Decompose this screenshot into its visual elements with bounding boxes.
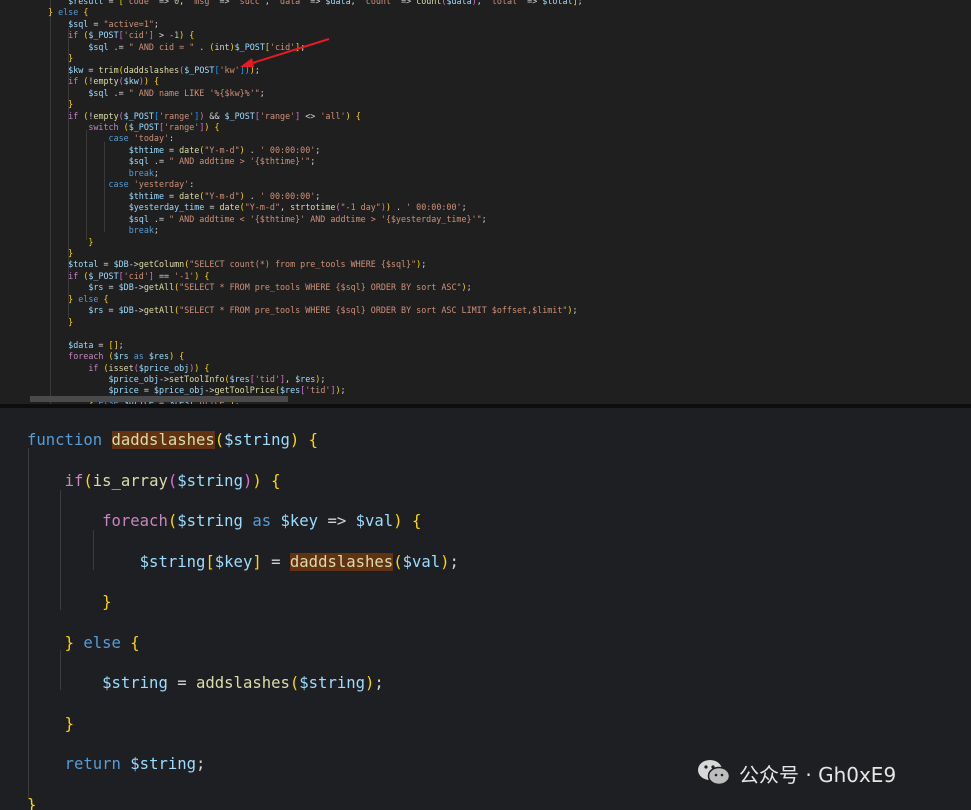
bottom-code-panel: function daddslashes($string) { if(is_ar…: [0, 408, 971, 810]
bottom-code-line-10: }: [27, 795, 37, 810]
top-code-line-19: $yesterday_time = date("Y-m-d", strtotim…: [128, 202, 467, 213]
top-code-line-15: $sql .= " AND addtime > '{$thtime}'";: [128, 156, 316, 167]
bottom-code-line-9: return $string;: [64, 755, 206, 773]
top-code-line-32: foreach ($rs as $res) {: [68, 351, 185, 362]
top-code-line-28: $rs = $DB->getAll("SELECT * FROM pre_too…: [88, 305, 578, 316]
top-code-line-3: $sql = "active=1";: [68, 18, 159, 29]
top-code-line-27: } else {: [68, 293, 109, 304]
top-code-line-26: $rs = $DB->getAll("SELECT * FROM pre_too…: [88, 282, 472, 293]
top-code-line-14: $thtime = date("Y-m-d") . ' 00:00:00';: [128, 144, 321, 155]
top-code-line-34: $price_obj->setToolInfo($res['tid'], $re…: [108, 373, 326, 384]
annotation-arrow-icon: [240, 38, 330, 67]
top-code-line-33: if (isset($price_obj)) {: [88, 362, 210, 373]
top-code-line-30: [0, 328, 583, 339]
top-code-line-22: }: [88, 236, 94, 247]
top-code-line-8: if (!empty($kw)) {: [68, 76, 159, 87]
top-code-line-16: break;: [128, 167, 159, 178]
top-code-line-10: }: [68, 99, 74, 110]
watermark: 公众号 · Gh0xE9: [697, 757, 896, 789]
bottom-code-line-5: }: [102, 593, 112, 611]
bottom-code-line-6: } else {: [64, 633, 140, 652]
bottom-code-line-4: $string[$key] = daddslashes($val);: [139, 552, 459, 571]
top-code-line-1: $result = ["code" => 0, "msg" => "succ",…: [68, 0, 583, 6]
top-code-line-12: switch ($_POST['range']) {: [88, 121, 220, 132]
bottom-code-line-2: if(is_array($string)) {: [64, 471, 281, 490]
top-code-line-11: if (!empty($_POST['range']) && $_POST['r…: [68, 110, 361, 121]
top-code-line-17: case 'yesterday':: [108, 179, 195, 190]
bottom-code-line-1: function daddslashes($string) {: [27, 431, 319, 449]
top-code-line-13: case 'today':: [108, 133, 175, 144]
top-code-line-21: break;: [128, 225, 159, 236]
bottom-code-line-7: $string = addslashes($string);: [102, 674, 384, 692]
bottom-code-line-8: }: [64, 714, 74, 733]
bottom-code-block: function daddslashes($string) { if(is_ar…: [0, 420, 459, 810]
wechat-icon: [698, 760, 731, 786]
top-code-line-9: $sql .= " AND name LIKE '%{$kw}%'";: [88, 87, 265, 98]
top-code-line-18: $thtime = date("Y-m-d") . ' 00:00:00';: [128, 190, 321, 201]
watermark-text: 公众号 · Gh0xE9: [739, 762, 897, 787]
top-code-line-25: if ($_POST['cid'] == '-1') {: [68, 270, 210, 281]
top-code-line-29: }: [68, 316, 74, 327]
top-code-line-23: }: [68, 247, 74, 258]
top-code-line-24: $total = $DB->getColumn("SELECT count(*)…: [68, 259, 427, 270]
bottom-code-line-3: foreach($string as $key => $val) {: [102, 512, 422, 530]
top-code-line-20: $sql .= " AND addtime < '{$thtime}' AND …: [128, 213, 487, 224]
horizontal-scrollbar[interactable]: [30, 396, 288, 402]
top-code-panel: $result = ["code" => 0, "msg" => "succ",…: [0, 0, 971, 404]
top-code-line-31: $data = [];: [68, 339, 124, 350]
top-code-line-2: } else {: [48, 7, 89, 18]
